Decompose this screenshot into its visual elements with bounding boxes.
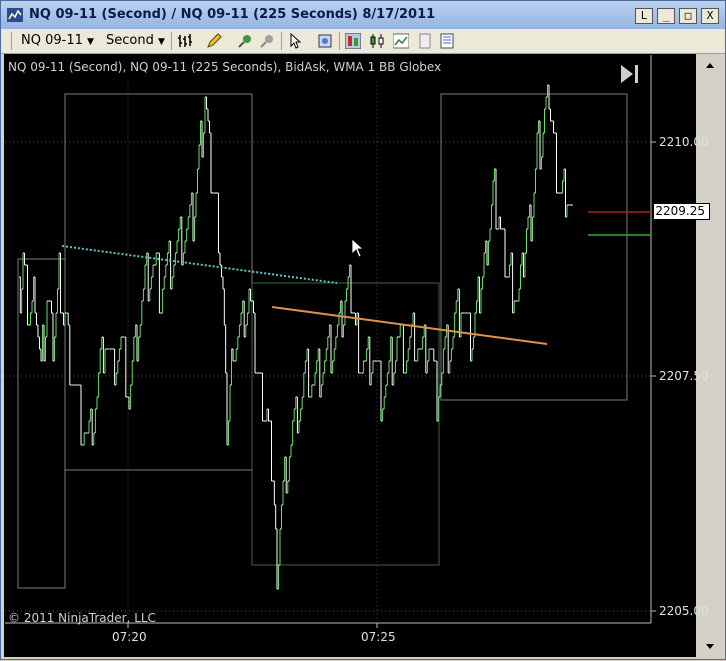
copyright-text: © 2011 NinjaTrader, LLC (8, 611, 156, 625)
chart-window: NQ 09-11 (Second) / NQ 09-11 (225 Second… (0, 0, 726, 660)
range-box (64, 93, 253, 471)
y-tick-label: 2207.50 (659, 369, 709, 383)
x-tick-label: 07:20 (112, 630, 147, 644)
y-tick-label: 2205.00 (659, 604, 709, 618)
y-tick-label: 2210.00 (659, 135, 709, 149)
dotted-trend-line[interactable] (61, 245, 338, 284)
skip-to-end-icon[interactable] (621, 65, 638, 83)
x-tick-label: 07:25 (361, 630, 396, 644)
last-price-tag: 2209.25 (653, 203, 710, 220)
chart-canvas (5, 55, 656, 628)
mouse-cursor-icon (351, 238, 365, 258)
range-box (440, 93, 628, 401)
chart-title: NQ 09-11 (Second), NQ 09-11 (225 Seconds… (8, 60, 442, 74)
